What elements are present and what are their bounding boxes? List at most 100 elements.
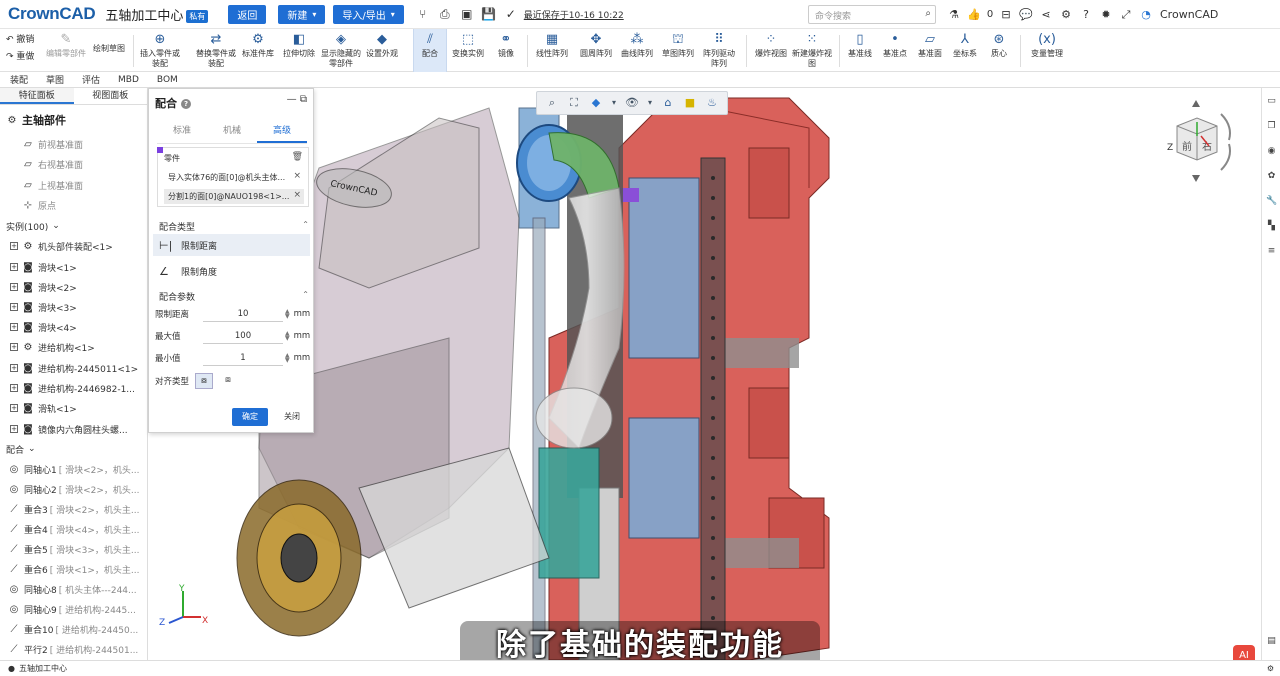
tab-bom[interactable]: BOM <box>157 75 178 85</box>
3d-viewport[interactable]: CrownCAD Y X Z 前 右 Z <box>149 88 1261 660</box>
zoom-icon[interactable]: ⌕ <box>545 96 559 110</box>
tab-mbd[interactable]: MBD <box>118 75 139 85</box>
tree-instance[interactable]: + ⚙ 进给机构<1> <box>10 337 147 357</box>
branch-icon[interactable]: ⑂ <box>416 7 430 21</box>
chevron-down-icon[interactable]: ▾ <box>611 96 617 110</box>
section-view-icon[interactable]: ⌂ <box>661 96 675 110</box>
datum-plane-button[interactable]: ▱ 基准面 <box>913 29 947 72</box>
fullscreen-icon[interactable]: ⤢ <box>1116 5 1136 24</box>
help-icon[interactable]: ? <box>181 99 191 109</box>
tree-mate[interactable]: ◎ 同轴心1[ 滑块<2>，机头... <box>8 459 147 479</box>
tree-plane-front[interactable]: ▱ 前视基准面 <box>22 134 147 154</box>
restore-icon[interactable]: ⧉ <box>300 94 307 105</box>
chevron-up-icon[interactable]: ⌃ <box>302 220 309 229</box>
minimize-icon[interactable]: — <box>287 94 297 105</box>
tree-instance[interactable]: + ◙ 滑块<4> <box>10 317 147 337</box>
crowncad-logo[interactable]: CrownCAD <box>8 4 96 24</box>
new-button[interactable]: 新建 <box>278 4 326 24</box>
tab-evaluate[interactable]: 评估 <box>82 73 100 86</box>
tab-advanced[interactable]: 高级 <box>257 123 307 143</box>
tab-view-panel[interactable]: 视图面板 <box>74 88 148 104</box>
selection-item[interactable]: 分割1的面[0]@NAUO198<1>... × <box>164 189 304 204</box>
close-icon[interactable]: × <box>293 190 301 200</box>
standard-lib-button[interactable]: ⚙ 标准件库 <box>238 29 278 72</box>
tab-standard[interactable]: 标准 <box>157 123 207 143</box>
linear-pattern-button[interactable]: ▦ 线性阵列 <box>532 29 572 72</box>
share-icon[interactable]: ⋖ <box>1036 5 1056 24</box>
tree-instance[interactable]: + ◙ 滑块<1> <box>10 257 147 277</box>
selection-item[interactable]: 导入实体76的面[0]@机头主体... × <box>164 170 304 185</box>
tree-plane-right[interactable]: ▱ 右视基准面 <box>22 154 147 174</box>
print-icon[interactable]: ⎙ <box>438 7 452 21</box>
datum-line-button[interactable]: ▯ 基准线 <box>843 29 877 72</box>
transform-button[interactable]: ⬚ 变换实例 <box>448 29 488 72</box>
wrench-icon[interactable]: 🔧 <box>1266 196 1277 207</box>
max-value-input[interactable]: 100 <box>203 329 283 344</box>
list-icon[interactable]: ≡ <box>1266 246 1277 257</box>
mirror-button[interactable]: ⚭ 镜像 <box>490 29 522 72</box>
mates-header[interactable]: 配合 ⌄ <box>6 439 147 459</box>
note-icon[interactable]: ▤ <box>1266 636 1277 647</box>
tree-mate[interactable]: ◎ 同轴心2[ 滑块<2>，机头... <box>8 479 147 499</box>
tree-instance[interactable]: + ◙ 滑轨<1> <box>10 398 147 418</box>
edit-part-button[interactable]: ✎ 编辑零部件 <box>46 29 86 72</box>
centroid-button[interactable]: ⊛ 质心 <box>983 29 1015 72</box>
parts-selection-box[interactable]: 零件 🗑 导入实体76的面[0]@机头主体... × 分割1的面[0]@NAUO1… <box>157 147 309 207</box>
view-orient-icon[interactable]: ◆ <box>589 96 603 110</box>
tree-origin[interactable]: ⊹ 原点 <box>22 195 147 215</box>
comment-icon[interactable]: 💬 <box>1016 5 1036 24</box>
like-icon[interactable]: 👍 <box>964 5 984 24</box>
settings-icon[interactable]: ⚙ <box>1267 664 1274 673</box>
tree-mate[interactable]: ⟋ 重合4[ 滑块<4>，机头主... <box>8 519 147 539</box>
tree-instance[interactable]: + ◙ 滑块<2> <box>10 277 147 297</box>
coord-system-button[interactable]: ⅄ 坐标系 <box>948 29 982 72</box>
command-search-input[interactable]: 命令搜索 ⌕ <box>808 5 936 24</box>
folder-icon[interactable]: ▭ <box>1266 96 1277 107</box>
pattern-driven-button[interactable]: ⠿ 阵列驱动阵列 <box>700 29 738 72</box>
close-icon[interactable]: × <box>293 171 301 181</box>
insert-part-button[interactable]: ⊕ 插入零件或装配 <box>138 29 182 72</box>
tree-instance[interactable]: + ◙ 进给机构-2446982-1... <box>10 378 147 398</box>
chevron-down-icon[interactable]: ▾ <box>647 96 653 110</box>
limit-distance-input[interactable]: 10 <box>203 307 283 322</box>
save-icon[interactable]: 💾 <box>481 7 496 21</box>
undo-button[interactable]: ↶ 撤销 <box>6 32 34 49</box>
assembly-model[interactable]: CrownCAD <box>149 88 1261 660</box>
tab-assembly[interactable]: 装配 <box>10 73 28 86</box>
variable-button[interactable]: (x) 变量管理 <box>1026 29 1068 72</box>
settings-icon[interactable]: ⚙ <box>1056 5 1076 24</box>
appearance-button[interactable]: ◆ 设置外观 <box>362 29 402 72</box>
tree-instance[interactable]: + ◙ 镜像内六角圆柱头螺... <box>10 419 147 439</box>
tree-instance[interactable]: + ⚙ 机头部件装配<1> <box>10 236 147 256</box>
help-icon[interactable]: ? <box>1076 5 1096 24</box>
stepper-icon[interactable]: ▲ ▼ <box>285 331 290 342</box>
datum-point-button[interactable]: • 基准点 <box>878 29 912 72</box>
tree-plane-top[interactable]: ▱ 上视基准面 <box>22 175 147 195</box>
mate-params-header[interactable]: 配合参数 <box>159 290 195 303</box>
tree-instance[interactable]: + ◙ 滑块<3> <box>10 297 147 317</box>
instances-header[interactable]: 实例(100) ⌄ <box>6 216 147 236</box>
mate-button[interactable]: ⫽ 配合 <box>413 29 447 72</box>
ok-button[interactable]: 确定 <box>232 408 268 426</box>
toggle-icon[interactable]: ⊟ <box>996 5 1016 24</box>
tree-mate[interactable]: ◎ 同轴心9[ 进给机构-2445... <box>8 599 147 619</box>
gear-icon[interactable]: ✹ <box>1096 5 1116 24</box>
brand-name[interactable]: CrownCAD <box>1160 8 1218 21</box>
align-same-icon[interactable]: ⧇ <box>195 373 213 389</box>
stepper-icon[interactable]: ▲ ▼ <box>285 353 290 364</box>
replace-part-button[interactable]: ⇄ 替换零件或装配 <box>194 29 238 72</box>
view-cube[interactable]: 前 右 Z <box>1149 96 1239 186</box>
save-status[interactable]: 最近保存于10-16 10:22 <box>524 8 624 21</box>
visibility-icon[interactable]: 👁 <box>625 96 639 110</box>
checker-icon[interactable]: ▚ <box>1266 221 1277 232</box>
mate-type-limit-distance[interactable]: ⊢| 限制距离 <box>153 234 310 256</box>
back-button[interactable]: 返回 <box>228 4 267 24</box>
mate-type-header[interactable]: 配合类型 <box>159 220 195 233</box>
stepper-icon[interactable]: ▲ ▼ <box>285 309 290 320</box>
properties-icon[interactable]: ◉ <box>1266 146 1277 157</box>
tree-mate[interactable]: ⟋ 重合5[ 滑块<3>，机头主... <box>8 539 147 559</box>
render-icon[interactable]: ♨ <box>705 96 719 110</box>
show-hide-button[interactable]: ◈ 显示隐藏的零部件 <box>320 29 362 72</box>
tree-instance[interactable]: + ◙ 进给机构-2445011<1> <box>10 358 147 378</box>
image-icon[interactable]: ▣ <box>460 7 474 21</box>
